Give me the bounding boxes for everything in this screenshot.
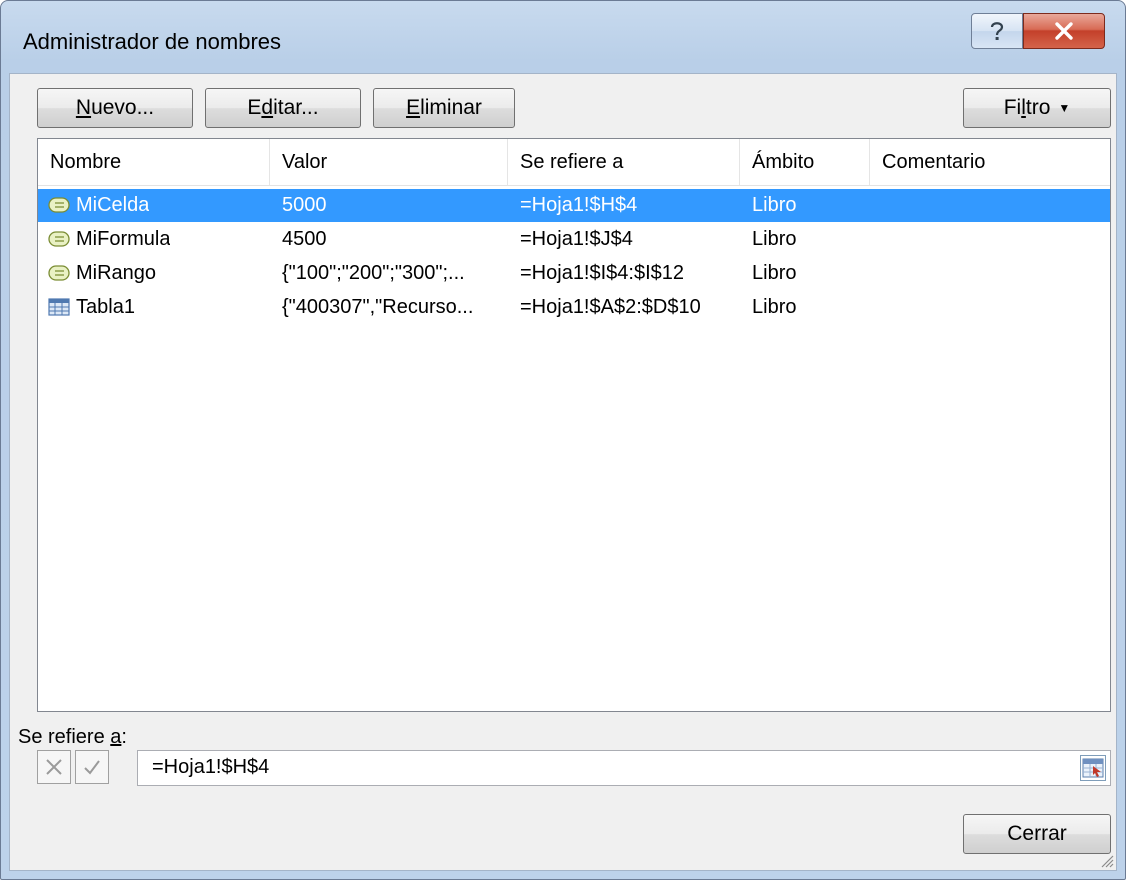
- row-scope: Libro: [752, 296, 797, 318]
- help-icon: [990, 22, 1004, 40]
- title-bar[interactable]: Administrador de nombres: [1, 1, 1125, 81]
- row-refers-to: =Hoja1!$I$4:$I$12: [520, 262, 685, 284]
- named-cell-icon: [48, 265, 70, 281]
- label-part: itar...: [273, 96, 319, 119]
- row-name: MiFormula: [76, 228, 171, 250]
- row-refers-to: =Hoja1!$A$2:$D$10: [520, 296, 701, 318]
- column-header-value[interactable]: Valor: [270, 139, 508, 185]
- name-manager-dialog: Administrador de nombres Nuevo... Ed itar…: [0, 0, 1126, 880]
- label-part: E: [247, 96, 262, 119]
- edit-name-button[interactable]: Ed itar...: [205, 88, 361, 128]
- dialog-body: Nuevo... Ed itar... Eliminar Fi l tro ▼ Nomb…: [9, 73, 1117, 871]
- column-header-scope[interactable]: Ámbito: [740, 139, 870, 185]
- label-part: uevo...: [91, 96, 155, 119]
- refers-to-value: =Hoja1!$H$4: [152, 756, 270, 778]
- named-cell-icon: [48, 231, 70, 247]
- label-part: Fi: [1003, 96, 1022, 119]
- refers-to-input[interactable]: =Hoja1!$H$4: [137, 750, 1111, 786]
- filter-button[interactable]: Fi l tro ▼: [963, 88, 1111, 128]
- row-value: 4500: [282, 228, 327, 250]
- row-value: 5000: [282, 194, 327, 216]
- label-mnemonic: d: [261, 96, 274, 119]
- list-row-micelda[interactable]: MiCelda 5000 =Hoja1!$H$4 Libro: [38, 189, 1110, 222]
- help-button[interactable]: [971, 13, 1023, 49]
- confirm-edit-button[interactable]: [75, 750, 109, 784]
- row-refers-to: =Hoja1!$J$4: [520, 228, 633, 250]
- row-scope: Libro: [752, 194, 797, 216]
- resize-grip-icon[interactable]: [1098, 852, 1114, 868]
- label-part: :: [121, 726, 127, 748]
- row-value: {"400307","Recurso...: [282, 296, 474, 318]
- row-value: {"100";"200";"300";...: [282, 262, 465, 284]
- dialog-title: Administrador de nombres: [23, 29, 282, 54]
- column-header-refers-to[interactable]: Se refiere a: [508, 139, 740, 185]
- refers-to-label: Se refiere a:: [18, 726, 127, 749]
- dropdown-arrow-icon: ▼: [1058, 101, 1071, 115]
- label-mnemonic: E: [406, 96, 421, 119]
- label-mnemonic: a: [110, 726, 122, 748]
- range-select-icon: [1082, 758, 1104, 778]
- cancel-x-icon: [46, 759, 62, 775]
- row-name: MiCelda: [76, 194, 150, 216]
- row-name: MiRango: [76, 262, 157, 284]
- label-part: Se refiere: [18, 726, 111, 748]
- row-name: Tabla1: [76, 296, 135, 318]
- list-row-miformula[interactable]: MiFormula 4500 =Hoja1!$J$4 Libro: [38, 223, 1110, 256]
- table-icon: [48, 298, 70, 316]
- list-header: Nombre Valor Se refiere a Ámbito Comenta…: [38, 139, 1110, 186]
- list-row-tabla1[interactable]: Tabla1 {"400307","Recurso... =Hoja1!$A$2…: [38, 291, 1110, 324]
- row-refers-to: =Hoja1!$H$4: [520, 194, 638, 216]
- close-icon: [1055, 22, 1073, 40]
- list-row-mirango[interactable]: MiRango {"100";"200";"300";... =Hoja1!$I…: [38, 257, 1110, 290]
- cancel-edit-button[interactable]: [37, 750, 71, 784]
- close-button[interactable]: Cerrar: [963, 814, 1111, 854]
- close-window-button[interactable]: [1023, 13, 1105, 49]
- column-header-name[interactable]: Nombre: [38, 139, 270, 185]
- label-mnemonic: N: [75, 96, 92, 119]
- collapse-dialog-button[interactable]: [1080, 755, 1106, 781]
- named-cell-icon: [48, 197, 70, 213]
- label-part: tro: [1025, 96, 1051, 119]
- column-header-comment[interactable]: Comentario: [870, 139, 1110, 185]
- new-name-button[interactable]: Nuevo...: [37, 88, 193, 128]
- names-list[interactable]: Nombre Valor Se refiere a Ámbito Comenta…: [37, 138, 1111, 712]
- label-part: liminar: [420, 96, 482, 119]
- checkmark-icon: [84, 760, 100, 775]
- row-scope: Libro: [752, 228, 797, 250]
- row-scope: Libro: [752, 262, 797, 284]
- delete-name-button[interactable]: Eliminar: [373, 88, 515, 128]
